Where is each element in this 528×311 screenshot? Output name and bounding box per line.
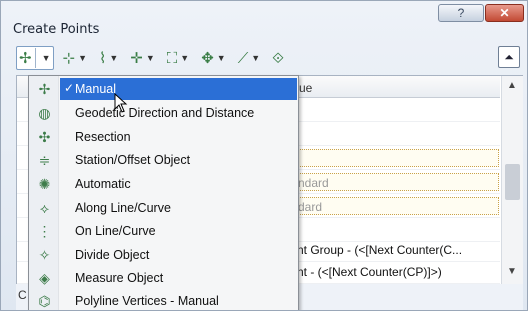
convert-points-button[interactable]: ⟐ (269, 46, 287, 70)
chevron-down-icon: ▼ (109, 53, 119, 63)
menu-item-resection[interactable]: ✣ Resection (29, 125, 298, 149)
chevron-down-icon: ▼ (78, 53, 87, 63)
automatic-point-icon: ✺ (38, 176, 51, 192)
menu-item-polyline-vertices[interactable]: ⌬ Polyline Vertices - Manual (29, 289, 298, 310)
menu-item-label: Automatic (75, 177, 131, 191)
grid-cell-value (295, 101, 499, 119)
grid-cell-value[interactable] (295, 149, 499, 167)
close-icon: ✕ (499, 6, 510, 20)
chevron-down-icon[interactable]: ▼ (42, 53, 51, 63)
along-line-curve-icon: ⟡ (39, 200, 50, 216)
measure-object-icon: ◈ (39, 270, 50, 286)
intersection-points-dropdown-button[interactable]: ✛ ▼ (127, 46, 158, 70)
divide-object-icon: ✧ (38, 247, 51, 263)
interpolate-points-dropdown-button[interactable]: ✥ ▼ (198, 46, 229, 70)
vertical-scrollbar[interactable]: ▲ ▼ (501, 76, 523, 284)
point-creation-menu: ✢ ✓ Manual ◍ Geodetic Direction and Dist… (28, 75, 299, 310)
help-icon: ? (457, 6, 465, 20)
menu-item-label: Station/Offset Object (75, 153, 191, 167)
polyline-vertices-icon: ⌬ (38, 293, 51, 309)
point-surface-icon: ⛶ (166, 49, 178, 67)
grid-cell-value[interactable]: nt - (<[Next Counter(CP)]>) (295, 263, 499, 281)
resection-icon: ✣ (38, 129, 51, 145)
menu-item-along-line-curve[interactable]: ⟡ Along Line/Curve (29, 196, 298, 220)
check-icon: ✓ (64, 81, 75, 95)
curve-points-dropdown-button[interactable]: ⌇ ▼ (96, 46, 121, 70)
chevron-up-icon: ⏶ (504, 49, 514, 64)
point-curve-icon: ⌇ (99, 49, 107, 67)
window-title: Create Points (13, 22, 100, 37)
menu-item-label: Measure Object (75, 271, 164, 285)
menu-item-label: On Line/Curve (75, 224, 156, 238)
chevron-down-icon: ▼ (216, 53, 226, 63)
chevron-down-icon: ▼ (251, 53, 261, 63)
menu-item-measure-object[interactable]: ◈ Measure Object (29, 266, 298, 290)
value-column-label: ue (299, 81, 313, 95)
menu-item-label: Polyline Vertices - Manual (75, 294, 219, 308)
point-creation-dropdown-button[interactable]: ✢ ▼ (16, 46, 54, 70)
menu-item-label: Divide Object (75, 248, 150, 262)
menu-item-geodetic-direction[interactable]: ◍ Geodetic Direction and Distance (29, 101, 298, 125)
point-intersection-icon: ✛ (130, 49, 143, 67)
scrollbar-thumb[interactable] (505, 164, 520, 200)
point-interpolate-icon: ✥ (201, 49, 214, 67)
point-add-icon: ✢ (19, 49, 32, 67)
scroll-up-icon[interactable]: ▲ (507, 80, 517, 91)
collapse-panel-button[interactable]: ⏶ (498, 46, 520, 68)
grid-cell-value (295, 125, 499, 143)
manual-point-icon: ✢ (38, 81, 51, 97)
title-bar: Create Points ? ✕ (1, 1, 527, 43)
menu-item-label: Manual (75, 82, 116, 96)
bottom-label: C (18, 288, 27, 302)
menu-item-divide-object[interactable]: ✧ Divide Object (29, 243, 298, 267)
line-points-dropdown-button[interactable]: ⊹ ▼ (60, 46, 91, 70)
help-button[interactable]: ? (438, 4, 484, 22)
station-offset-icon: ≑ (38, 152, 51, 168)
grid-cell-value (295, 221, 499, 239)
menu-item-automatic[interactable]: ✺ Automatic (29, 172, 298, 196)
point-convert-icon: ⟐ (272, 49, 284, 67)
geodetic-direction-icon: ◍ (38, 105, 51, 121)
menu-item-label: Along Line/Curve (75, 201, 171, 215)
on-line-curve-icon: ⋮ (37, 223, 52, 239)
toolbar: ✢ ▼ ⊹ ▼ ⌇ ▼ ✛ ▼ ⛶ ▼ ✥ ▼ ⟋ ▼ ⟐ (16, 44, 525, 72)
menu-item-label: Resection (75, 130, 131, 144)
scroll-down-icon[interactable]: ▼ (507, 266, 517, 277)
mouse-cursor-icon (114, 93, 128, 113)
close-button[interactable]: ✕ (485, 4, 524, 22)
grid-cell-value[interactable]: dard (295, 197, 499, 215)
menu-item-on-line-curve[interactable]: ⋮ On Line/Curve (29, 219, 298, 243)
point-line-icon: ⊹ (62, 49, 76, 67)
create-points-window: Create Points ? ✕ ✢ ▼ ⊹ ▼ ⌇ ▼ ✛ ▼ ⛶ ▼ ✥ (0, 0, 528, 311)
chevron-down-icon: ▼ (180, 53, 190, 63)
point-slope-icon: ⟋ (237, 49, 249, 67)
menu-item-label: Geodetic Direction and Distance (75, 106, 255, 120)
menu-item-manual[interactable]: ✢ ✓ Manual (29, 77, 298, 101)
slope-points-dropdown-button[interactable]: ⟋ ▼ (235, 46, 263, 70)
grid-cell-value[interactable]: nt Group - (<[Next Counter(C... (295, 241, 499, 259)
surface-points-dropdown-button[interactable]: ⛶ ▼ (164, 46, 192, 70)
chevron-down-icon: ▼ (145, 53, 155, 63)
menu-item-station-offset[interactable]: ≑ Station/Offset Object (29, 148, 298, 172)
grid-cell-value[interactable]: ndard (295, 173, 499, 191)
